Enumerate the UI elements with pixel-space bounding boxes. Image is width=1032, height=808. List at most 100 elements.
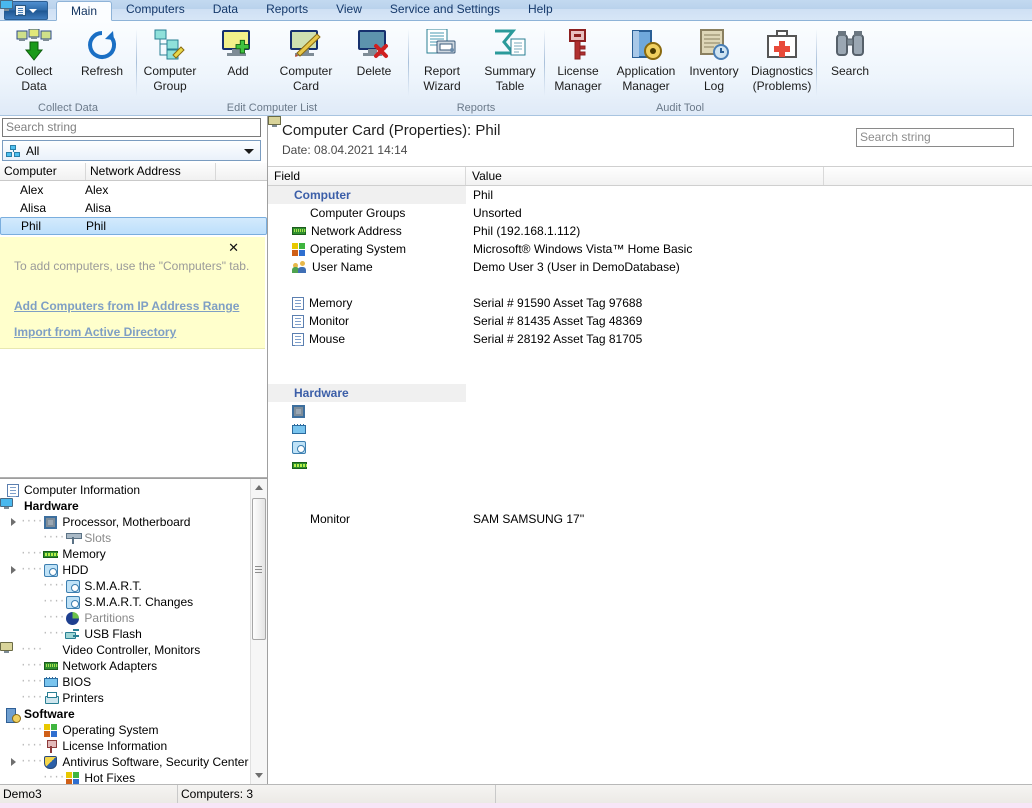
tab-view[interactable]: View — [322, 0, 376, 20]
card-row[interactable]: Memory Serial # 91590 Asset Tag 97688 — [268, 294, 1032, 312]
link-import-active-directory[interactable]: Import from Active Directory — [14, 325, 255, 339]
tree-item-video-controller-monitors[interactable]: ···· Video Controller, Monitors — [0, 642, 250, 658]
tree-item-icon-wrap — [42, 662, 59, 670]
tree-item-software[interactable]: Software — [0, 706, 250, 723]
ribbon-button-search[interactable]: Search — [816, 27, 884, 78]
ribbon-button-collect-data[interactable]: Collect Data — [0, 27, 68, 93]
tree-item-partitions[interactable]: ···· Partitions — [0, 610, 250, 626]
tree-item-label: S.M.A.R.T. Changes — [84, 595, 194, 609]
tree-item-icon-wrap — [42, 676, 59, 687]
card-row[interactable]: Network Address Phil (192.168.1.112) — [268, 222, 1032, 240]
search-input[interactable]: Search string — [2, 118, 261, 137]
ribbon-button-application-manager[interactable]: Application Manager — [612, 27, 680, 93]
scrollbar-thumb[interactable] — [251, 498, 266, 640]
tree-item-bios[interactable]: ···· BIOS — [0, 674, 250, 690]
column-header-value[interactable]: Value — [466, 167, 824, 185]
ribbon-button-summary-table[interactable]: Summary Table — [476, 27, 544, 93]
tab-computers[interactable]: Computers — [112, 0, 199, 20]
column-header-computer[interactable]: Computer — [0, 163, 86, 180]
main-body: Search string All Computer Network Addre… — [0, 0, 1032, 784]
card-row[interactable] — [268, 116, 1032, 492]
tree-item-operating-system[interactable]: ···· Operating System — [0, 722, 250, 738]
tree-item-computer-information[interactable]: Computer Information — [0, 482, 250, 498]
card-row[interactable]: Monitor SAM SAMSUNG 17'' — [268, 116, 1032, 528]
card-field-cell: User Name — [268, 260, 466, 274]
card-row[interactable]: User Name Demo User 3 (User in DemoDataba… — [268, 258, 1032, 276]
info-box: ✕ To add computers, use the "Computers" … — [0, 237, 265, 349]
close-icon[interactable]: ✕ — [228, 241, 239, 256]
tree-item-s-m-a-r-t-changes[interactable]: ···· S.M.A.R.T. Changes — [0, 594, 250, 610]
ribbon-button-computer-group[interactable]: Computer Group — [136, 27, 204, 93]
column-header-blank[interactable] — [216, 163, 267, 180]
column-header-network-address[interactable]: Network Address — [86, 163, 216, 180]
card-field-label: Hardware — [294, 386, 349, 400]
card-row[interactable]: Monitor Serial # 81435 Asset Tag 48369 — [268, 312, 1032, 330]
column-header-field[interactable]: Field — [268, 167, 466, 185]
computer-list-item[interactable]: Alex Alex — [0, 0, 267, 199]
card-row[interactable] — [268, 420, 1032, 438]
computer-list-item[interactable]: Alisa Alisa — [0, 0, 267, 217]
card-group-row[interactable]: Hardware — [268, 116, 1032, 402]
ribbon-button-delete[interactable]: Delete — [340, 27, 408, 78]
hdd-icon — [43, 563, 58, 577]
monitor-blue-icon — [268, 116, 305, 219]
scrollbar-track[interactable] — [250, 496, 267, 767]
card-row[interactable]: Operating System Microsoft® Windows Vista… — [268, 240, 1032, 258]
computer-list-item[interactable]: Phil Phil — [0, 0, 267, 235]
ribbon-button-report-wizard[interactable]: Report Wizard — [408, 27, 476, 93]
license-manager-icon — [563, 28, 593, 64]
tree-item-slots[interactable]: ···· Slots — [0, 530, 250, 546]
ribbon-button-label-line2: Wizard — [423, 79, 461, 93]
tab-data[interactable]: Data — [199, 0, 252, 20]
card-search-input[interactable]: Search string — [856, 128, 1014, 147]
tree-item-antivirus-software-security-center[interactable]: ···· Antivirus Software, Security Center — [0, 754, 250, 770]
tree-item-memory[interactable]: ···· Memory — [0, 546, 250, 562]
tab-main[interactable]: Main — [56, 1, 113, 21]
tree-scrollbar[interactable] — [250, 479, 267, 784]
card-row[interactable] — [268, 366, 1032, 384]
ribbon-button-diagnostics-problems[interactable]: Diagnostics (Problems) — [748, 27, 816, 93]
card-row[interactable]: Computer Groups Unsorted — [268, 116, 1032, 222]
column-header-extra[interactable] — [824, 167, 1032, 185]
ribbon-button-add[interactable]: Add — [204, 27, 272, 78]
tree-item-hot-fixes[interactable]: ···· Hot Fixes — [0, 770, 250, 784]
windows-logo-icon — [44, 723, 58, 737]
tree-expander[interactable] — [6, 518, 20, 526]
group-filter-dropdown[interactable]: All — [2, 140, 261, 161]
tree-item-processor-motherboard[interactable]: ···· Processor, Motherboard — [0, 514, 250, 530]
card-row[interactable]: Mouse Serial # 28192 Asset Tag 81705 — [268, 330, 1032, 348]
card-row[interactable] — [268, 276, 1032, 294]
card-row[interactable] — [268, 438, 1032, 456]
scroll-up-button[interactable] — [251, 479, 268, 496]
tree-item-usb-flash[interactable]: ···· USB Flash — [0, 626, 250, 642]
computer-list-header: Computer Network Address — [0, 163, 267, 181]
tree-item-network-adapters[interactable]: ···· Network Adapters — [0, 658, 250, 674]
tree-item-hdd[interactable]: ···· HDD — [0, 562, 250, 578]
ribbon-button-inventory-log[interactable]: Inventory Log — [680, 27, 748, 93]
ribbon-button-license-manager[interactable]: License Manager — [544, 27, 612, 93]
card-row[interactable] — [268, 402, 1032, 420]
tree-connector: ···· — [20, 724, 43, 736]
computer-list: Alex Alex Alisa Alisa Phil Phil — [0, 0, 267, 235]
ribbon-button-label: Search — [830, 64, 870, 78]
tree-item-hardware[interactable]: Hardware — [0, 498, 250, 514]
tree-item-license-information[interactable]: ···· License Information — [0, 738, 250, 754]
computer-name-cell: Alex — [0, 0, 85, 197]
tree-expander[interactable] — [6, 758, 20, 766]
tab-service-and-settings[interactable]: Service and Settings — [376, 0, 514, 20]
tree-expander[interactable] — [6, 566, 20, 574]
card-row[interactable] — [268, 456, 1032, 474]
scroll-down-button[interactable] — [251, 767, 268, 784]
tab-reports[interactable]: Reports — [252, 0, 322, 20]
card-group-row[interactable]: Computer Phil — [268, 116, 1032, 204]
tab-help[interactable]: Help — [514, 0, 567, 20]
ribbon-button-refresh[interactable]: Refresh — [68, 27, 136, 78]
ribbon-button-label: Application — [616, 64, 676, 78]
link-add-computers-ip-range[interactable]: Add Computers from IP Address Range — [14, 299, 255, 313]
card-row[interactable] — [268, 348, 1032, 366]
tree-item-s-m-a-r-t[interactable]: ···· S.M.A.R.T. — [0, 578, 250, 594]
ribbon-button-computer-card[interactable]: Computer Card — [272, 27, 340, 93]
tree-item-printers[interactable]: ···· Printers — [0, 690, 250, 706]
card-field-cell: Network Address — [268, 224, 466, 238]
card-row[interactable] — [268, 116, 1032, 510]
